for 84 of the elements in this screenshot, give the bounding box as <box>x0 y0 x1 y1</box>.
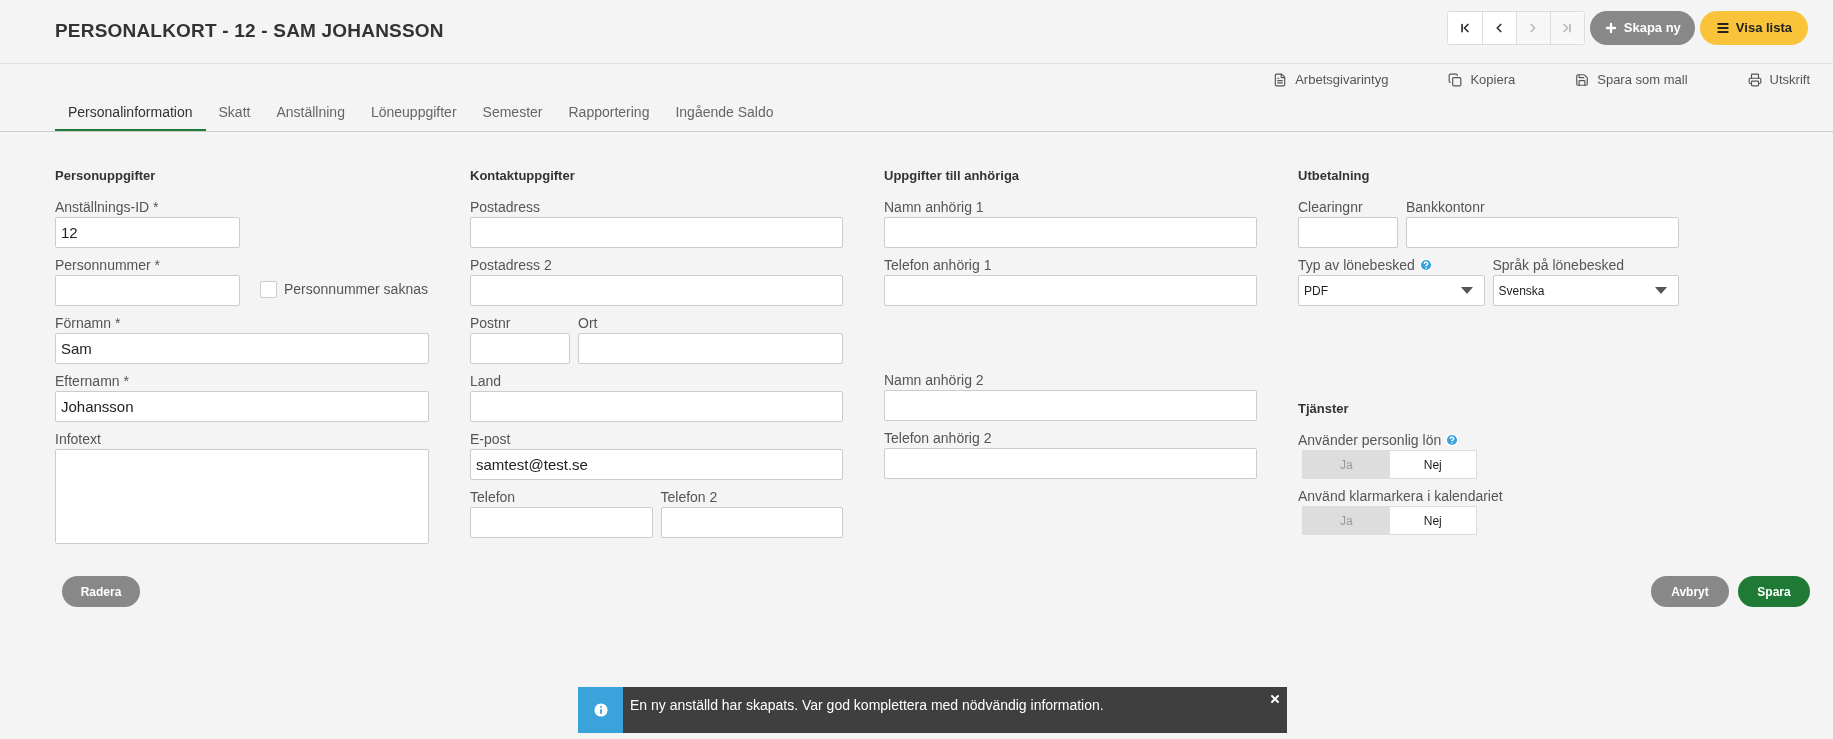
input-field[interactable] <box>1298 217 1398 248</box>
help-icon[interactable] <box>1445 433 1460 447</box>
info-icon <box>591 701 610 719</box>
field-label: Clearingnr <box>1298 197 1363 217</box>
field-label: Personnummer * <box>55 255 161 275</box>
tab[interactable]: Anställning <box>263 96 358 131</box>
nav-button[interactable] <box>1447 11 1482 44</box>
input-field[interactable] <box>660 507 843 538</box>
field-label: Telefon anhörig 1 <box>884 255 992 275</box>
help-icon[interactable] <box>1418 258 1433 272</box>
section-heading: Kontaktuppgifter <box>470 167 576 185</box>
field-label: Förnamn * <box>55 313 121 333</box>
section-heading: Uppgifter till anhöriga <box>884 167 1021 185</box>
field-label: Land <box>470 371 502 391</box>
field-label: Typ av lönebesked <box>1298 255 1415 275</box>
save-button[interactable]: Spara <box>1738 576 1810 607</box>
field-label: Namn anhörig 2 <box>884 370 984 390</box>
menu-icon <box>1715 20 1730 35</box>
print-icon <box>1747 73 1762 87</box>
notification-message: En ny anställd har skapats. Var god komplettera med nödvändig information. <box>629 696 1105 715</box>
checkbox-label: Personnummer saknas <box>284 280 428 299</box>
page-title: PERSONALKORT - 12 - SAM JOHANSSON <box>55 19 444 44</box>
section-heading: Utbetalning <box>1298 167 1371 185</box>
cancel-button[interactable]: Avbryt <box>1651 576 1729 607</box>
input-field[interactable]: samtest@test.se <box>470 449 843 480</box>
input-field[interactable]: 12 <box>55 217 240 248</box>
input-field[interactable] <box>884 275 1257 306</box>
copy-icon <box>1448 73 1463 87</box>
toolbar-button[interactable]: Spara som mall <box>1575 70 1688 90</box>
input-field[interactable] <box>470 217 843 248</box>
show-list-button[interactable]: Visa lista <box>1699 10 1808 45</box>
input-field[interactable] <box>470 507 653 538</box>
tab[interactable]: Personalinformation <box>55 96 206 131</box>
field-label: Postadress <box>470 197 541 217</box>
field-label: Postadress 2 <box>470 255 552 275</box>
field-label: Telefon anhörig 2 <box>884 428 992 448</box>
toggle-option[interactable]: Nej <box>1389 507 1476 534</box>
field-label: E-post <box>470 429 511 449</box>
field-label: Postnr <box>470 313 511 333</box>
caret-icon <box>1655 287 1667 294</box>
delete-button[interactable]: Radera <box>62 576 140 607</box>
input-field[interactable] <box>884 448 1257 479</box>
document-icon <box>1273 73 1288 87</box>
caret-icon <box>1460 287 1473 294</box>
toolbar-button[interactable]: Kopiera <box>1448 70 1516 90</box>
toggle-option[interactable]: Nej <box>1389 451 1476 478</box>
field-label: Telefon <box>470 487 516 507</box>
input-field[interactable] <box>470 391 843 422</box>
plus-icon <box>1603 20 1618 35</box>
input-field[interactable] <box>884 390 1257 421</box>
input-field[interactable] <box>578 333 843 364</box>
field-label: Ort <box>578 313 598 333</box>
section-heading: Tjänster <box>1298 400 1350 418</box>
input-field[interactable] <box>470 333 570 364</box>
create-button[interactable]: Skapa ny <box>1589 10 1695 45</box>
toolbar-button[interactable]: Utskrift <box>1747 70 1810 90</box>
field-label: Infotext <box>55 429 101 449</box>
tab[interactable]: Löneuppgifter <box>357 96 470 131</box>
field-label: Bankkontonr <box>1406 197 1485 217</box>
field-label: Anställnings-ID * <box>55 197 159 217</box>
input-field[interactable] <box>1406 217 1679 248</box>
tab[interactable]: Rapportering <box>555 96 663 131</box>
close-icon[interactable] <box>1269 693 1281 705</box>
input-field[interactable]: Johansson <box>55 391 429 422</box>
tab[interactable]: Skatt <box>205 96 264 131</box>
input-field[interactable] <box>470 275 843 306</box>
field-label: Telefon 2 <box>660 487 718 507</box>
text-area[interactable] <box>55 449 429 544</box>
section-heading: Personuppgifter <box>55 167 157 185</box>
input-field[interactable] <box>884 217 1257 248</box>
field-label: Språk på lönebesked <box>1492 255 1625 275</box>
input-field[interactable]: Sam <box>55 333 429 364</box>
tab[interactable]: Ingående Saldo <box>662 96 787 131</box>
field-label: Namn anhörig 1 <box>884 197 984 217</box>
dropdown[interactable]: PDF <box>1298 275 1485 306</box>
checkbox[interactable] <box>260 281 277 298</box>
input-field[interactable] <box>55 275 240 306</box>
dropdown[interactable]: Svenska <box>1492 275 1679 306</box>
field-label: Använder personlig lön <box>1298 430 1442 450</box>
toolbar-button[interactable]: Arbetsgivarintyg <box>1273 70 1389 90</box>
save-icon <box>1575 73 1590 87</box>
field-label: Efternamn * <box>55 371 129 391</box>
field-label: Använd klarmarkera i kalendariet <box>1298 486 1503 506</box>
tab[interactable]: Semester <box>469 96 556 131</box>
